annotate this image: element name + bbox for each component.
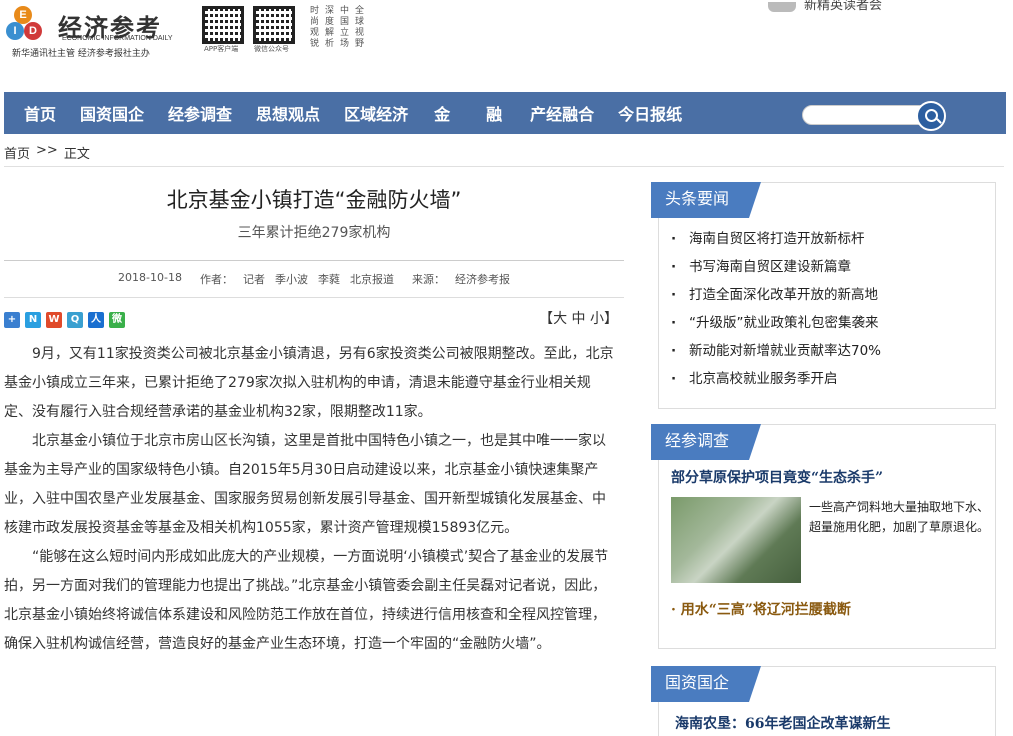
source-name: 经济参考报: [454, 273, 510, 286]
article: 北京基金小镇打造“金融防火墙” 三年累计拒绝279家机构 2018-10-18 …: [4, 176, 624, 659]
people-icon: [768, 1, 796, 12]
nav-item-opinion[interactable]: 思想观点: [244, 101, 332, 125]
article-subtitle: 三年累计拒绝279家机构: [237, 225, 391, 241]
qr-code-app-icon[interactable]: [202, 6, 244, 44]
qr-wechat-label: 微信公众号: [254, 45, 289, 53]
list-item[interactable]: 新动能对新增就业贡献率达70%: [671, 337, 995, 365]
nav-item-regional[interactable]: 区域经济: [332, 101, 420, 125]
author-name: 记者: [242, 273, 265, 286]
list-item[interactable]: “升级版”就业政策礼包密集袭来: [671, 309, 995, 337]
article-date: 2018-10-18: [118, 271, 182, 284]
share-weibo-icon[interactable]: W: [46, 312, 62, 328]
nav-item-survey[interactable]: 经参调查: [156, 101, 244, 125]
nav-item-finance-2[interactable]: 融: [472, 101, 518, 125]
survey-link[interactable]: · 用水“三高”将辽河拦腰截断: [671, 599, 851, 619]
slogan-col: 全球视野: [355, 6, 365, 49]
slogan-col: 中国立场: [340, 6, 350, 49]
search-input[interactable]: [802, 105, 930, 125]
survey-box: 经参调查 部分草原保护项目竟变“生态杀手” 一些高产饲料地大量抽取地下水、超量施…: [651, 424, 996, 649]
qr-app-label: APP客户端: [204, 45, 239, 53]
article-meta: 2018-10-18 作者： 记者 季小波 李蕤 北京报道 来源： 经济参考报: [4, 271, 624, 287]
share-people-icon[interactable]: 人: [88, 312, 104, 328]
reader-club-promo[interactable]: 新精英读者会: [768, 0, 882, 13]
headlines-box: 头条要闻 海南自贸区将打造开放新标杆 书写海南自贸区建设新篇章 打造全面深化改革…: [651, 182, 996, 409]
breadcrumb-divider: [4, 166, 1004, 167]
site-logo[interactable]: E I D 经济参考 ECONOMIC INFORMATION DAILY 新华…: [6, 6, 181, 59]
share-wechat-icon[interactable]: 微: [109, 312, 125, 328]
breadcrumb-home[interactable]: 首页: [4, 143, 30, 162]
list-item[interactable]: 打造全面深化改革开放的新高地: [671, 281, 995, 309]
survey-feature-title[interactable]: 部分草原保护项目竟变“生态杀手”: [671, 467, 883, 487]
author-name: 季小波: [274, 273, 308, 286]
logo-english: ECONOMIC INFORMATION DAILY: [62, 35, 173, 42]
header-slogan: 时尚观锐 深度解析 中国立场 全球视野: [310, 6, 366, 50]
search-box: [802, 101, 950, 131]
article-body: 9月，又有11家投资类公司被北京基金小镇清退，另有6家投资类公司被限期整改。至此…: [4, 340, 624, 659]
nav-item-finance-1[interactable]: 金: [420, 101, 472, 125]
list-item[interactable]: 书写海南自贸区建设新篇章: [671, 253, 995, 281]
reader-club-text: 新精英读者会: [804, 0, 883, 13]
author-name: 北京报道: [349, 273, 394, 286]
slogan-col: 深度解析: [325, 6, 335, 49]
font-size-control[interactable]: 【大 中 小】: [539, 308, 618, 328]
breadcrumb: 首页 >> 正文: [4, 143, 90, 162]
logo-mark-icon: E I D: [6, 6, 58, 46]
site-header: E I D 经济参考 ECONOMIC INFORMATION DAILY 新华…: [0, 0, 1013, 92]
article-toolbar: + N W Q 人 微 【大 中 小】: [4, 306, 624, 336]
search-icon[interactable]: [916, 101, 946, 131]
grassland-photo[interactable]: [671, 497, 801, 583]
qr-code-wechat-icon[interactable]: [253, 6, 295, 44]
nav-item-today-paper[interactable]: 今日报纸: [606, 101, 694, 125]
article-paragraph: “能够在这么短时间内形成如此庞大的产业规模，一方面说明‘小镇模式’契合了基金业的…: [4, 549, 609, 652]
meta-divider: [4, 297, 624, 298]
share-bar: + N W Q 人 微: [4, 312, 125, 328]
list-item[interactable]: 北京高校就业服务季开启: [671, 365, 995, 393]
tab-headlines[interactable]: 头条要闻: [651, 182, 762, 218]
article-authors: 作者： 记者 季小波 李蕤 北京报道: [200, 271, 394, 287]
author-label: 作者：: [199, 273, 233, 286]
main-nav: 首页 国资国企 经参调查 思想观点 区域经济 金 融 产经融合 今日报纸: [4, 92, 1006, 134]
article-divider: [4, 260, 624, 261]
nav-item-industry[interactable]: 产经融合: [518, 101, 606, 125]
soe-feature-title[interactable]: 海南农垦：66年老国企改革谋新生: [675, 713, 890, 733]
nav-item-home[interactable]: 首页: [4, 101, 68, 125]
author-name: 李蕤: [317, 273, 340, 286]
nav-item-soe[interactable]: 国资国企: [68, 101, 156, 125]
survey-feature-desc: 一些高产饲料地大量抽取地下水、超量施用化肥，加剧了草原退化。: [809, 500, 990, 534]
share-renren-icon[interactable]: N: [25, 312, 41, 328]
list-item[interactable]: 海南自贸区将打造开放新标杆: [671, 225, 995, 253]
article-source: 来源： 经济参考报: [412, 271, 510, 287]
breadcrumb-separator: >>: [36, 143, 58, 158]
slogan-col: 时尚观锐: [310, 6, 320, 49]
tab-soe[interactable]: 国资国企: [651, 666, 762, 702]
breadcrumb-current: 正文: [63, 147, 90, 162]
source-label: 来源：: [411, 273, 445, 286]
tab-survey[interactable]: 经参调查: [651, 424, 762, 460]
soe-box: 国资国企 海南农垦：66年老国企改革谋新生: [651, 666, 996, 736]
share-qzone-icon[interactable]: Q: [67, 312, 83, 328]
article-title: 北京基金小镇打造“金融防火墙”: [166, 188, 462, 212]
share-more-icon[interactable]: +: [4, 312, 20, 328]
article-paragraph: 北京基金小镇位于北京市房山区长沟镇，这里是首批中国特色小镇之一，也是其中唯一一家…: [4, 433, 606, 536]
article-paragraph: 9月，又有11家投资类公司被北京基金小镇清退，另有6家投资类公司被限期整改。至此…: [4, 346, 614, 420]
logo-subtitle: 新华通讯社主管 经济参考报社主办: [12, 49, 150, 59]
